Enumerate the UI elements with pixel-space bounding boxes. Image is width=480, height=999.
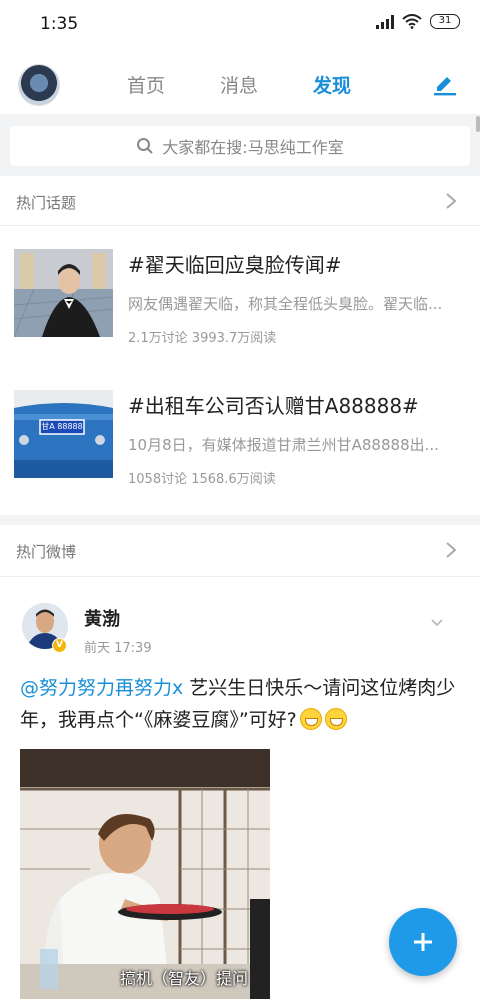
section-title: 热门微博	[16, 543, 77, 561]
chevron-down-icon[interactable]	[430, 618, 444, 628]
topic-title: #翟天临回应臭脸传闻#	[128, 253, 342, 277]
tab-messages[interactable]: 消息	[220, 71, 258, 98]
grin-emoji-icon	[324, 708, 347, 730]
topic-thumbnail	[14, 249, 113, 337]
topic-description: 10月8日，有媒体报道甘肃兰州甘A88888出...	[128, 436, 439, 454]
tab-discover[interactable]: 发现	[313, 71, 351, 98]
topic-description: 网友偶遇翟天临，称其全程低头臭脸。翟天临...	[128, 295, 443, 313]
divider	[0, 576, 480, 577]
license-plate: 甘A 88888	[41, 422, 83, 431]
section-title: 热门话题	[16, 194, 77, 212]
topic-stats: 2.1万讨论 3993.7万阅读	[128, 331, 277, 346]
floating-add-button[interactable]	[389, 908, 457, 976]
signal-icon	[376, 14, 394, 29]
post-time: 前天 17:39	[84, 641, 152, 656]
hot-weibo-header[interactable]: 热门微博	[0, 525, 480, 575]
post-image[interactable]	[20, 749, 270, 999]
wifi-icon	[402, 14, 422, 29]
topic-title: #出租车公司否认赠甘A88888#	[128, 394, 419, 418]
topic-stats: 1058讨论 1568.6万阅读	[128, 472, 276, 487]
search-icon	[137, 138, 154, 154]
topic-item[interactable]: #翟天临回应臭脸传闻# 网友偶遇翟天临，称其全程低头臭脸。翟天临... 2.1万…	[0, 249, 480, 379]
mention-link[interactable]: @努力努力再努力x	[20, 677, 183, 699]
chevron-right-icon	[446, 542, 457, 558]
battery-icon: 31	[430, 14, 460, 29]
post-author-name[interactable]: 黄渤	[84, 605, 120, 631]
grin-emoji-icon	[299, 708, 322, 730]
hot-topics-header[interactable]: 热门话题	[0, 176, 480, 226]
section-gap	[0, 515, 480, 525]
status-icons: 31	[376, 14, 460, 29]
search-placeholder: 大家都在搜:马思纯工作室	[162, 138, 344, 157]
scrollbar-thumb[interactable]	[476, 116, 480, 132]
status-time: 1:35	[40, 14, 79, 34]
compose-icon[interactable]	[432, 70, 458, 96]
my-avatar[interactable]	[18, 64, 60, 106]
search-area: 大家都在搜:马思纯工作室	[0, 114, 480, 176]
image-watermark: 搞机（智友）提问	[120, 969, 249, 988]
search-bar[interactable]: 大家都在搜:马思纯工作室	[10, 126, 470, 166]
chevron-right-icon	[446, 193, 457, 209]
topic-thumbnail: 甘A 88888	[14, 390, 113, 478]
post-text: @努力努力再努力x 艺兴生日快乐～请问这位烤肉少年，我再点个“《麻婆豆腐》”可好…	[20, 672, 460, 736]
status-bar: 1:35 31	[0, 0, 480, 52]
tab-home[interactable]: 首页	[127, 71, 165, 98]
plus-icon	[414, 933, 432, 951]
top-nav: 首页 消息 发现	[0, 52, 480, 114]
verified-badge-icon: V	[52, 638, 67, 653]
topic-item[interactable]: 甘A 88888 #出租车公司否认赠甘A88888# 10月8日，有媒体报道甘肃…	[0, 390, 480, 520]
divider	[0, 225, 480, 226]
